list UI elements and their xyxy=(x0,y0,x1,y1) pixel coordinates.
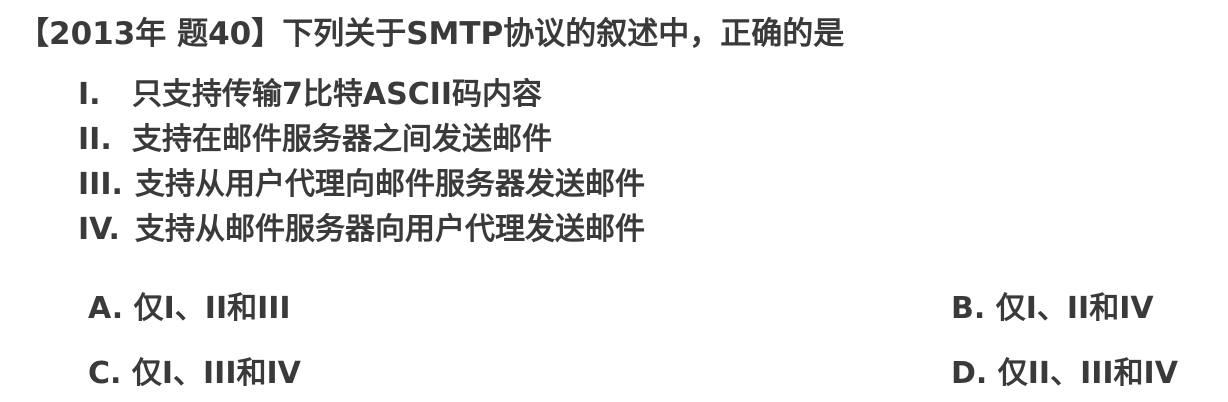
statement-number: II. xyxy=(78,122,112,157)
statement-item: III. 支持从用户代理向邮件服务器发送邮件 xyxy=(78,163,645,208)
question-page: 【2013年 题40】下列关于SMTP协议的叙述中，正确的是 I. 只支持传输7比… xyxy=(0,0,1228,402)
statement-text: 支持从邮件服务器向用户代理发送邮件 xyxy=(135,212,645,247)
option-d[interactable]: D. 仅II、III和IV xyxy=(951,352,1178,396)
statement-item: IV. 支持从邮件服务器向用户代理发送邮件 xyxy=(78,208,645,253)
statement-number: III. xyxy=(78,167,123,202)
statement-text: 支持从用户代理向邮件服务器发送邮件 xyxy=(135,167,645,202)
statement-text: 支持在邮件服务器之间发送邮件 xyxy=(132,122,552,157)
statement-item: I. 只支持传输7比特ASCII码内容 xyxy=(78,73,645,118)
statement-text: 只支持传输7比特ASCII码内容 xyxy=(132,77,543,112)
statement-item: II. 支持在邮件服务器之间发送邮件 xyxy=(78,118,645,163)
statement-number: IV. xyxy=(78,212,120,247)
statement-list: I. 只支持传输7比特ASCII码内容 II. 支持在邮件服务器之间发送邮件 III… xyxy=(78,73,645,253)
question-title: 【2013年 题40】下列关于SMTP协议的叙述中，正确的是 xyxy=(18,16,845,52)
option-a[interactable]: A. 仅I、II和III xyxy=(88,287,291,331)
option-c[interactable]: C. 仅I、III和IV xyxy=(88,352,301,396)
statement-number: I. xyxy=(78,77,101,112)
option-b[interactable]: B. 仅I、II和IV xyxy=(951,287,1154,331)
